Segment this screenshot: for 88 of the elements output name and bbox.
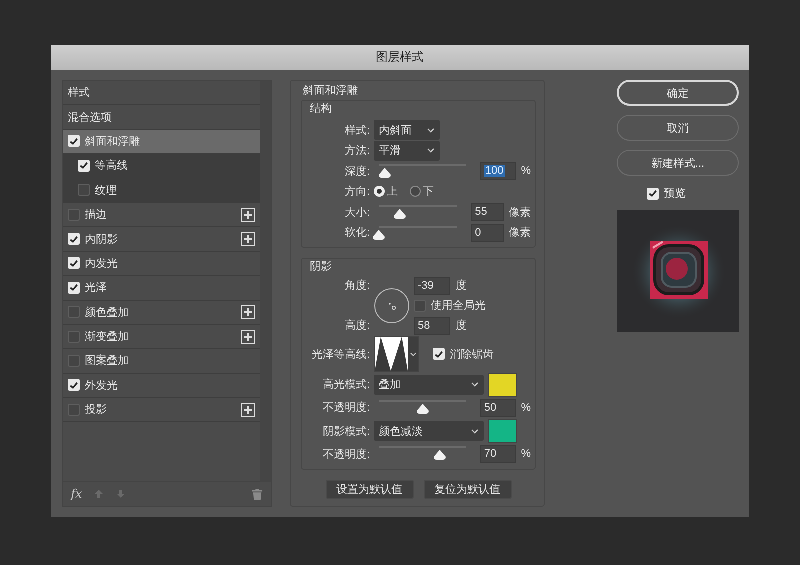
field-label: 高度: <box>344 318 370 333</box>
value-field[interactable]: 50 <box>480 398 516 417</box>
dialog-button[interactable]: 确定 <box>617 80 739 106</box>
chevron-down-icon <box>471 428 479 434</box>
value-field[interactable]: 55 <box>471 203 504 222</box>
field-label: 方向: <box>344 184 370 200</box>
value-field[interactable]: -39 <box>414 276 450 294</box>
group-title: 结构 <box>309 102 333 116</box>
checkbox[interactable] <box>68 306 80 318</box>
reset-default-button[interactable]: 设置为默认值 <box>326 480 414 499</box>
style-list-item[interactable]: 纹理 <box>63 178 261 203</box>
radio-option[interactable]: 下 <box>410 184 434 200</box>
field-label: 不透明度: <box>322 448 370 462</box>
checkbox[interactable] <box>68 354 80 367</box>
add-icon[interactable] <box>241 208 255 222</box>
slider-thumb[interactable] <box>416 404 429 414</box>
style-list-item[interactable]: 外发光 <box>63 374 261 398</box>
dropdown[interactable]: 颜色减淡 <box>374 421 484 441</box>
field-label: 光泽等高线: <box>310 348 370 362</box>
unit-label: % <box>521 402 531 414</box>
field-label: 样式: <box>344 124 370 138</box>
style-list-item[interactable]: 光泽 <box>63 276 261 301</box>
section-title: 斜面和浮雕 <box>302 84 359 98</box>
contour-thumbnail-icon <box>375 337 408 372</box>
value-field[interactable]: 70 <box>480 445 516 463</box>
field-label: 角度: <box>344 278 370 293</box>
value-field[interactable]: 100 <box>480 162 516 180</box>
value-field[interactable]: 58 <box>414 316 450 334</box>
style-list-item[interactable]: 描边 <box>63 202 261 228</box>
value-field[interactable]: 0 <box>471 224 504 242</box>
reset-default-button[interactable]: 复位为默认值 <box>424 480 512 499</box>
slider-thumb[interactable] <box>434 450 446 460</box>
field-label: 阴影模式: <box>322 424 370 438</box>
style-list-item[interactable]: 样式 <box>63 81 261 106</box>
field-label: 软化: <box>344 226 370 240</box>
color-swatch[interactable] <box>488 372 517 397</box>
slider-thumb[interactable] <box>394 209 406 219</box>
dropdown[interactable]: 平滑 <box>374 140 440 161</box>
dialog-button[interactable]: 取消 <box>617 115 739 141</box>
add-icon[interactable] <box>241 232 255 246</box>
group-title: 阴影 <box>309 260 333 274</box>
style-list-item[interactable]: 投影 <box>63 398 261 422</box>
add-icon[interactable] <box>241 402 255 417</box>
checkbox[interactable] <box>68 404 80 416</box>
dropdown[interactable]: 叠加 <box>374 374 484 395</box>
unit-label: 像素 <box>509 226 531 240</box>
unit-label: % <box>521 165 531 178</box>
checkbox[interactable] <box>78 184 90 196</box>
chevron-down-icon <box>427 148 435 154</box>
checkbox-option[interactable]: 消除锯齿 <box>433 346 494 362</box>
field-label: 大小: <box>344 206 370 220</box>
unit-label: % <box>521 448 531 460</box>
checkbox-option[interactable]: 使用全局光 <box>414 298 531 313</box>
slider-thumb[interactable] <box>379 168 392 178</box>
chevron-down-icon <box>427 128 435 133</box>
dropdown[interactable]: 内斜面 <box>374 120 440 140</box>
add-icon[interactable] <box>241 305 255 320</box>
unit-label: 像素 <box>509 206 531 220</box>
checkbox[interactable] <box>68 330 80 343</box>
radio-option[interactable]: 上 <box>374 184 398 200</box>
checkbox[interactable] <box>414 300 426 312</box>
unit-label: 度 <box>456 278 467 293</box>
style-list-item[interactable]: 混合选项 <box>63 105 261 130</box>
contour-picker[interactable] <box>374 336 419 372</box>
style-list-item[interactable]: 内发光 <box>63 252 261 276</box>
color-swatch[interactable] <box>488 419 517 443</box>
field-label: 高光模式: <box>322 378 370 392</box>
style-list-item[interactable]: 渐变叠加 <box>63 324 261 350</box>
window-title: 图层样式 <box>376 49 424 66</box>
style-list-item[interactable]: 内阴影 <box>63 227 261 252</box>
checkbox[interactable] <box>68 208 80 221</box>
slider-thumb[interactable] <box>373 230 385 240</box>
fx-menu[interactable]: fx <box>71 487 82 501</box>
add-icon[interactable] <box>241 330 255 344</box>
chevron-down-icon <box>471 382 479 388</box>
chevron-down-icon <box>410 352 416 357</box>
preview-checkbox[interactable]: 预览 <box>647 186 739 201</box>
style-list-item[interactable]: 颜色叠加 <box>63 300 261 325</box>
angle-dial-icon[interactable] <box>374 288 410 324</box>
field-label: 深度: <box>344 164 370 179</box>
dialog-button[interactable]: 新建样式... <box>617 150 739 176</box>
field-label: 方法: <box>344 144 370 158</box>
style-list-item[interactable]: 等高线 <box>63 154 261 179</box>
field-label: 不透明度: <box>322 400 370 416</box>
unit-label: 度 <box>456 318 467 333</box>
style-list-item[interactable]: 图案叠加 <box>63 349 261 374</box>
style-list-item[interactable]: 斜面和浮雕 <box>63 130 261 154</box>
trash-icon[interactable] <box>252 488 263 500</box>
